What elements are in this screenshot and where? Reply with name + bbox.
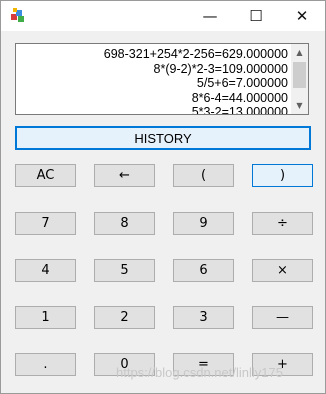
- history-button[interactable]: HISTORY: [15, 126, 311, 150]
- minus-button[interactable]: —: [252, 306, 313, 329]
- calculator-window: — ☐ ✕ 698-321+254*2-256=629.000000 8*(9-…: [0, 0, 326, 394]
- nine-button[interactable]: 9: [173, 212, 234, 235]
- history-list[interactable]: 698-321+254*2-256=629.000000 8*(9-2)*2-3…: [15, 43, 309, 115]
- divide-button[interactable]: ÷: [252, 212, 313, 235]
- title-bar[interactable]: — ☐ ✕: [1, 1, 325, 31]
- history-line: 5/5+6=7.000000: [196, 76, 288, 91]
- minimize-button[interactable]: —: [187, 1, 233, 31]
- maximize-button[interactable]: ☐: [233, 1, 279, 31]
- six-button[interactable]: 6: [173, 259, 234, 282]
- ac-button[interactable]: AC: [15, 164, 76, 187]
- scroll-up-icon[interactable]: ▲: [291, 44, 308, 61]
- right-paren-button[interactable]: ): [252, 164, 313, 187]
- app-icon: [11, 8, 24, 22]
- decimal-button[interactable]: .: [15, 353, 76, 376]
- eight-button[interactable]: 8: [94, 212, 155, 235]
- seven-button[interactable]: 7: [15, 212, 76, 235]
- close-button[interactable]: ✕: [279, 1, 325, 31]
- history-line: 698-321+254*2-256=629.000000: [103, 47, 288, 61]
- history-scrollbar[interactable]: ▲ ▼: [291, 44, 308, 114]
- three-button[interactable]: 3: [173, 306, 234, 329]
- scroll-down-icon[interactable]: ▼: [291, 97, 308, 114]
- backspace-button[interactable]: ←: [94, 164, 155, 187]
- watermark: https://blog.csdn.net/linlly175: [116, 365, 283, 380]
- history-line: 8*6-4=44.000000: [191, 90, 288, 105]
- left-paren-button[interactable]: (: [173, 164, 234, 187]
- multiply-button[interactable]: ×: [252, 259, 313, 282]
- history-lines: 698-321+254*2-256=629.000000 8*(9-2)*2-3…: [103, 47, 288, 115]
- four-button[interactable]: 4: [15, 259, 76, 282]
- one-button[interactable]: 1: [15, 306, 76, 329]
- scroll-thumb[interactable]: [293, 62, 306, 88]
- two-button[interactable]: 2: [94, 306, 155, 329]
- history-line: 5*3-2=13.000000: [191, 105, 288, 115]
- five-button[interactable]: 5: [94, 259, 155, 282]
- history-line: 8*(9-2)*2-3=109.000000: [153, 61, 288, 76]
